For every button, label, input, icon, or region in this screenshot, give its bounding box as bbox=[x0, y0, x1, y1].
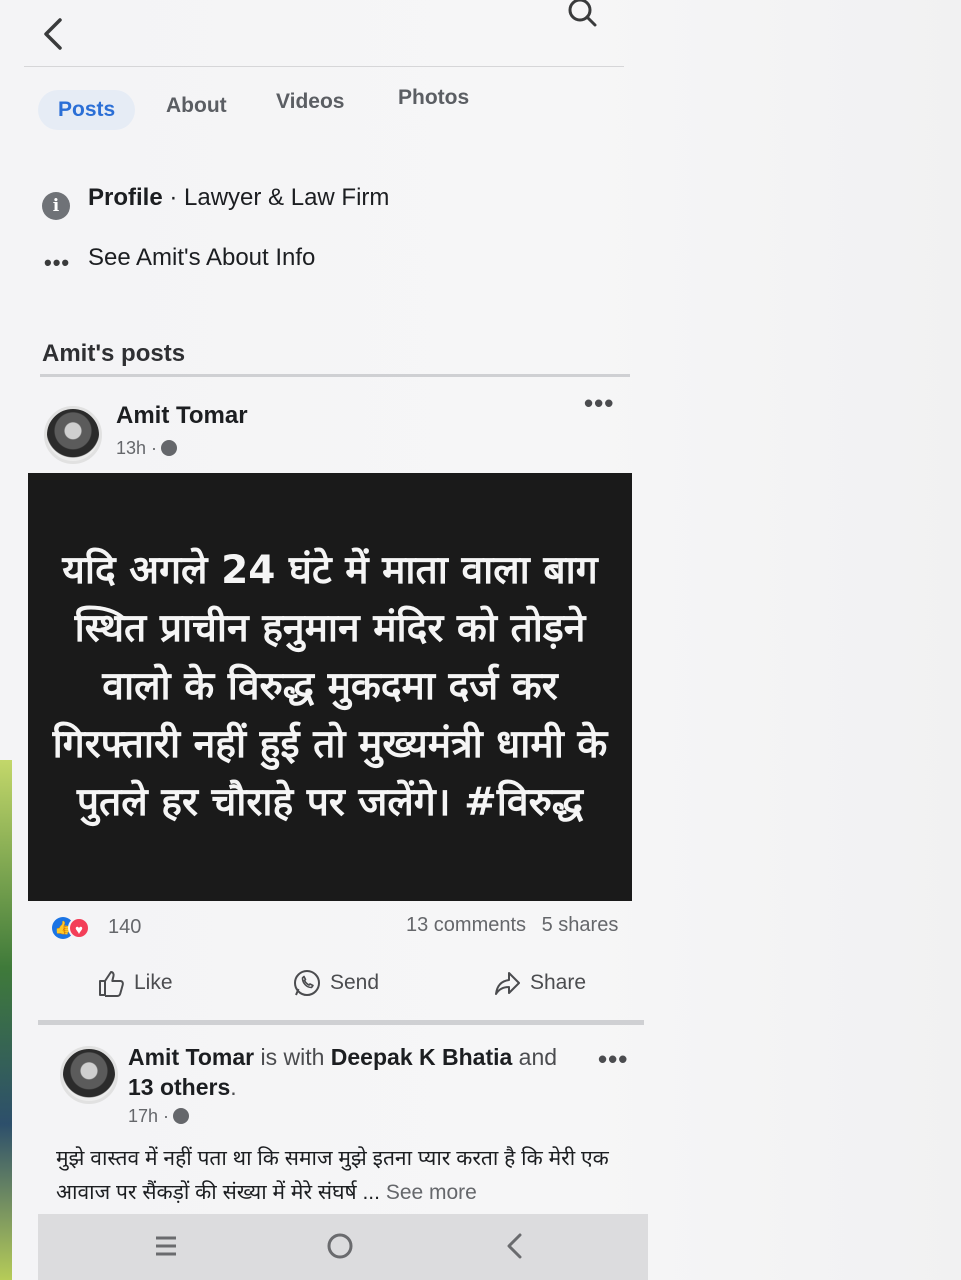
post-author-line: Amit Tomar is with Deepak K Bhatia and 1… bbox=[128, 1042, 588, 1102]
system-back-button[interactable] bbox=[496, 1228, 536, 1264]
send-label: Send bbox=[330, 971, 380, 994]
post-author[interactable]: Amit Tomar bbox=[116, 402, 248, 430]
tab-about[interactable]: About bbox=[146, 86, 247, 126]
profile-category: Profile · Lawyer & Law Firm bbox=[88, 184, 389, 212]
more-dots-icon: ••• bbox=[44, 250, 71, 275]
avatar[interactable] bbox=[44, 406, 102, 464]
post-body: मुझे वास्तव में नहीं पता था कि समाज मुझे… bbox=[56, 1142, 626, 1210]
with-text: is with bbox=[254, 1044, 331, 1070]
post-options-button[interactable]: ••• bbox=[584, 388, 614, 419]
chevron-left-icon bbox=[44, 18, 62, 50]
engagement-counts: 13 comments 5 shares bbox=[406, 914, 618, 937]
chevron-left-icon bbox=[507, 1233, 522, 1259]
post-meta: 17h · bbox=[128, 1106, 190, 1127]
send-button[interactable]: Send bbox=[292, 968, 379, 998]
globe-icon bbox=[173, 1108, 190, 1124]
post-author[interactable]: Amit Tomar bbox=[128, 1044, 254, 1070]
post-options-button[interactable]: ••• bbox=[598, 1044, 628, 1075]
reaction-count: 140 bbox=[108, 916, 142, 938]
post-divider bbox=[38, 1020, 644, 1025]
menu-lines-icon bbox=[156, 1236, 176, 1256]
tab-videos[interactable]: Videos bbox=[256, 82, 364, 122]
love-reaction-icon: ♥ bbox=[68, 917, 90, 939]
recent-apps-button[interactable] bbox=[146, 1228, 186, 1264]
post-meta: 13h · bbox=[116, 438, 178, 459]
tab-posts[interactable]: Posts bbox=[38, 90, 136, 130]
home-button[interactable] bbox=[320, 1228, 360, 1264]
avatar[interactable] bbox=[60, 1046, 118, 1104]
profile-label: Profile bbox=[88, 184, 163, 211]
share-button[interactable]: Share bbox=[492, 968, 586, 998]
section-divider bbox=[40, 374, 630, 377]
comments-count[interactable]: 13 comments bbox=[406, 914, 526, 936]
like-label: Like bbox=[134, 971, 173, 994]
thumbs-up-icon bbox=[99, 971, 124, 997]
home-circle-icon bbox=[327, 1233, 353, 1259]
posts-section-title: Amit's posts bbox=[42, 340, 186, 367]
see-about-info-link[interactable]: See Amit's About Info bbox=[88, 244, 315, 272]
system-navigation-bar bbox=[38, 1214, 648, 1280]
info-icon: i bbox=[42, 192, 70, 220]
post-time: 17h · bbox=[128, 1106, 170, 1126]
share-arrow-icon bbox=[495, 972, 520, 995]
post-actions: Like Send Share bbox=[96, 968, 616, 1008]
whatsapp-icon bbox=[294, 970, 320, 996]
tagged-person[interactable]: Deepak K Bhatia bbox=[331, 1044, 513, 1070]
profile-tabs: Posts About Videos Photos bbox=[38, 82, 598, 136]
tab-photos[interactable]: Photos bbox=[378, 78, 489, 118]
back-button[interactable] bbox=[38, 14, 74, 54]
profile-category-text: · Lawyer & Law Firm bbox=[162, 184, 390, 211]
header-divider bbox=[24, 66, 624, 67]
shares-count[interactable]: 5 shares bbox=[542, 914, 619, 936]
globe-icon bbox=[161, 440, 178, 456]
search-icon bbox=[568, 0, 597, 27]
search-button[interactable] bbox=[564, 0, 600, 30]
background-edge bbox=[0, 760, 12, 1280]
tagged-others[interactable]: 13 others bbox=[128, 1074, 230, 1100]
post-body-text: मुझे वास्तव में नहीं पता था कि समाज मुझे… bbox=[56, 1147, 609, 1204]
and-text: and bbox=[512, 1044, 558, 1070]
post-image-text: यदि अगले 24 घंटे में माता वाला बाग स्थित… bbox=[52, 548, 608, 825]
like-button[interactable]: Like bbox=[96, 968, 173, 998]
post-image[interactable]: यदि अगले 24 घंटे में माता वाला बाग स्थित… bbox=[28, 473, 632, 901]
see-more-link[interactable]: See more bbox=[386, 1181, 477, 1204]
share-label: Share bbox=[530, 971, 587, 994]
period-text: . bbox=[230, 1074, 237, 1100]
post-time: 13h · bbox=[116, 438, 158, 458]
